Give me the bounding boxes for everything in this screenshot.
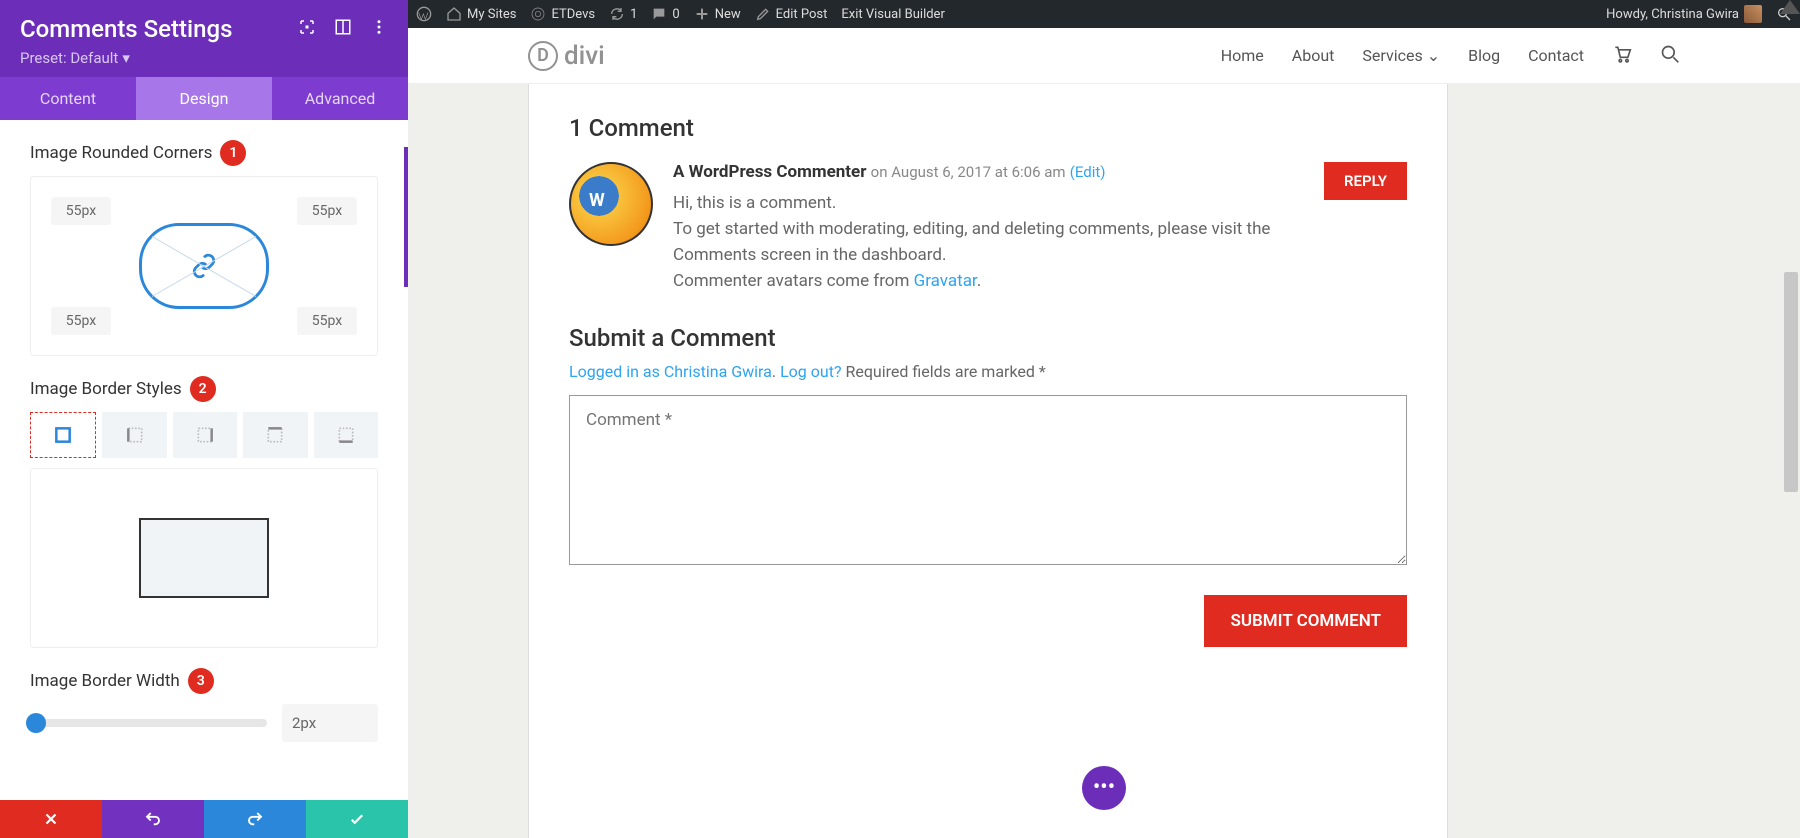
comment-author: A WordPress Commenter [673, 162, 866, 182]
corner-bottom-right[interactable] [297, 307, 357, 335]
page-scrollbar[interactable] [1784, 184, 1798, 818]
corner-top-left[interactable] [51, 197, 111, 225]
chevron-down-icon: ▾ [122, 49, 130, 67]
close-button[interactable] [0, 800, 102, 838]
border-width-control [30, 704, 378, 742]
nav-blog[interactable]: Blog [1468, 46, 1500, 65]
reply-button[interactable]: REPLY [1324, 162, 1407, 200]
primary-nav: Home About Services ⌄ Blog Contact [1221, 44, 1680, 68]
chevron-down-icon: ⌄ [1427, 46, 1440, 65]
save-button[interactable] [306, 800, 408, 838]
cart-icon[interactable] [1612, 44, 1632, 68]
main-area: My Sites ETDevs 1 0 New Edit Post Exit V… [408, 0, 1800, 838]
user-avatar-icon [1744, 5, 1762, 23]
badge-2: 2 [190, 376, 216, 402]
redo-button[interactable] [204, 800, 306, 838]
comment-form-title: Submit a Comment [569, 324, 1407, 352]
scrollbar-thumb[interactable] [1784, 272, 1798, 492]
sidebar-title: Comments Settings [20, 15, 232, 43]
settings-sidebar: Comments Settings Preset: Default ▾ Cont… [0, 0, 408, 838]
sidebar-tabs: Content Design Advanced [0, 77, 408, 120]
logout-link[interactable]: Log out? [780, 362, 841, 381]
wp-admin-bar: My Sites ETDevs 1 0 New Edit Post Exit V… [408, 0, 1800, 28]
comments-link[interactable]: 0 [651, 6, 679, 22]
comments-section: 1 Comment A WordPress Commenter on Augus… [528, 84, 1448, 838]
updates-link[interactable]: 1 [609, 6, 637, 22]
comment-form-meta: Logged in as Christina Gwira. Log out? R… [569, 362, 1407, 381]
gravatar-link[interactable]: Gravatar [914, 271, 977, 291]
nav-about[interactable]: About [1292, 46, 1335, 65]
layout-icon[interactable] [334, 18, 352, 40]
comment-edit-link[interactable]: (Edit) [1070, 163, 1106, 181]
badge-3: 3 [188, 668, 214, 694]
logged-in-as-link[interactable]: Logged in as Christina Gwira [569, 362, 772, 381]
comment-item: A WordPress Commenter on August 6, 2017 … [569, 162, 1407, 294]
border-width-label: Image Border Width 3 [30, 668, 378, 694]
tab-design[interactable]: Design [136, 77, 272, 120]
nav-contact[interactable]: Contact [1528, 46, 1584, 65]
nav-services[interactable]: Services ⌄ [1362, 46, 1440, 65]
collapse-triangle-icon[interactable] [1780, 0, 1800, 14]
comment-meta: A WordPress Commenter on August 6, 2017 … [673, 162, 1304, 182]
corner-bottom-left[interactable] [51, 307, 111, 335]
my-sites-link[interactable]: My Sites [446, 6, 516, 22]
site-logo[interactable]: Ddivi [528, 41, 605, 71]
search-icon[interactable] [1660, 44, 1680, 68]
border-styles-label: Image Border Styles 2 [30, 376, 378, 402]
border-style-all[interactable] [30, 412, 96, 458]
border-style-top[interactable] [243, 412, 307, 458]
rounded-corners-control [30, 176, 378, 356]
site-link[interactable]: ETDevs [530, 6, 595, 22]
tab-advanced[interactable]: Advanced [272, 77, 408, 120]
slider-thumb[interactable] [26, 713, 46, 733]
exit-builder-link[interactable]: Exit Visual Builder [841, 7, 944, 22]
comments-count: 1 Comment [569, 114, 1407, 142]
howdy-user[interactable]: Howdy, Christina Gwira [1606, 5, 1762, 23]
comment-text: Hi, this is a comment. To get started wi… [673, 190, 1304, 294]
corner-top-right[interactable] [297, 197, 357, 225]
sidebar-header: Comments Settings Preset: Default ▾ [0, 0, 408, 77]
site-header: Ddivi Home About Services ⌄ Blog Contact [408, 28, 1800, 84]
preset-selector[interactable]: Preset: Default ▾ [20, 49, 388, 67]
border-preview [30, 468, 378, 648]
link-corners-toggle[interactable] [139, 223, 269, 309]
sidebar-body: Image Rounded Corners 1 Image Border Sty… [0, 120, 408, 800]
edit-post-link[interactable]: Edit Post [755, 6, 828, 22]
comment-date: on August 6, 2017 at 6:06 am [871, 163, 1066, 181]
focus-icon[interactable] [298, 18, 316, 40]
sidebar-footer [0, 800, 408, 838]
border-preview-rect [139, 518, 269, 598]
border-width-slider[interactable] [30, 719, 267, 727]
menu-dots-icon[interactable] [370, 18, 388, 40]
tab-content[interactable]: Content [0, 77, 136, 120]
undo-button[interactable] [102, 800, 204, 838]
nav-home[interactable]: Home [1221, 46, 1264, 65]
wp-logo-icon[interactable] [416, 6, 432, 22]
comment-textarea[interactable] [569, 395, 1407, 565]
border-width-input[interactable] [282, 704, 378, 742]
page-content: 1 Comment A WordPress Commenter on Augus… [408, 84, 1800, 838]
builder-fab[interactable]: ••• [1082, 766, 1126, 810]
border-style-right[interactable] [173, 412, 237, 458]
badge-1: 1 [220, 140, 246, 166]
link-icon [191, 253, 217, 279]
border-style-left[interactable] [102, 412, 166, 458]
rounded-corners-label: Image Rounded Corners 1 [30, 140, 378, 166]
commenter-avatar [569, 162, 653, 246]
border-style-bottom[interactable] [314, 412, 378, 458]
border-style-options [30, 412, 378, 458]
new-link[interactable]: New [694, 6, 741, 22]
submit-comment-button[interactable]: SUBMIT COMMENT [1204, 595, 1407, 647]
